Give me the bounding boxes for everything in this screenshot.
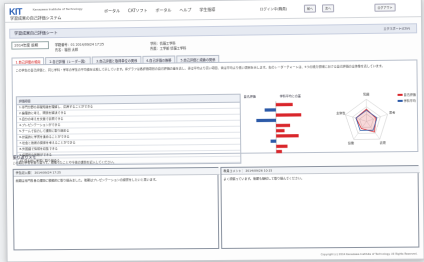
logo-subtitle: Kanazawa Institute of Technology	[33, 7, 83, 12]
deviation-bar	[265, 108, 276, 111]
export-button[interactable]: エクスポート(CSV)	[383, 26, 410, 30]
nav-item[interactable]: CATソフト	[128, 8, 148, 14]
next-button[interactable]: 次へ	[322, 4, 334, 12]
nav-item[interactable]: ポータル	[104, 8, 120, 14]
teacher-comment-header: 教員コメント： 2014/09/26 10:15	[221, 166, 419, 175]
header-item: 評価項目	[19, 99, 31, 103]
deviation-bar	[276, 124, 290, 127]
app-name: 学習成果の自己評価システム	[10, 15, 61, 22]
prev-button[interactable]: 前へ	[304, 5, 316, 13]
deviation-bar	[276, 150, 282, 153]
radar-axis-label: 思考	[389, 110, 395, 115]
radar-axis-label: 協働	[348, 140, 354, 145]
radar-axis-label: 表現	[380, 140, 386, 145]
screen: KIT Kanazawa Institute of Technology 学習成…	[4, 0, 424, 262]
teacher-comment-text: よく頑張っています。後期も継続して取り組んでください。	[223, 176, 304, 181]
deviation-bar	[276, 113, 301, 116]
radar-axis-label: 知識	[363, 91, 369, 96]
deviation-bar	[271, 140, 277, 143]
term-select[interactable]: 2014年度 前期	[11, 41, 49, 49]
deviation-bar	[276, 145, 287, 148]
nav-item[interactable]: ポータル	[155, 8, 171, 14]
deviation-bar	[276, 103, 293, 106]
role-label: ログイン中(職員)	[260, 7, 287, 12]
student-memo-header: 学生記入欄： 2014/09/24 17:25	[14, 168, 220, 177]
nav-item[interactable]: 学生指導	[199, 7, 215, 13]
student-memo-box[interactable]: 学生記入欄： 2014/09/24 17:25 前期は専門科目の課題に積極的に取…	[13, 167, 220, 250]
student-memo-text: 前期は専門科目の課題に積極的に取り組みました。後期はプレゼンテーションの練習をし…	[16, 178, 159, 183]
filter-row: 2014年度 前期 学籍番号：01 2014/09/24 17:25 氏名：福田…	[11, 35, 417, 52]
deviation-bar	[276, 129, 284, 132]
items-table: 1.専門分野の基礎知識を理解し、応用することができる 2.論理的に考え、問題を解…	[16, 102, 241, 166]
panel-description: この学生の自己評価と、同じ学科・学年の学生の平均値を比較して示しています。棒グラ…	[16, 64, 408, 73]
legend-swatch	[398, 100, 403, 102]
radar-axis-label: 主体性	[336, 110, 345, 115]
legend-label: 自己評価	[404, 93, 416, 97]
radar-series	[356, 109, 376, 132]
logout-button[interactable]: ログアウト	[374, 3, 395, 11]
top-nav: ポータル CATソフト ポータル ヘルプ 学生指導	[104, 7, 215, 15]
deviation-bar	[256, 119, 276, 122]
deviation-bar	[276, 134, 299, 137]
legend-label: 学科平均	[404, 99, 416, 103]
tab-panel: この学生の自己評価と、同じ学科・学年の学生の平均値を比較して示しています。棒グラ…	[12, 59, 419, 156]
sheet-title: 学習成果自己評価シート	[14, 30, 58, 37]
legend-item: 自己評価	[398, 93, 416, 97]
radar-legend: 自己評価 学科平均	[398, 93, 416, 105]
legend-swatch	[398, 94, 403, 96]
student-name-info: 氏名：福田 太郎	[55, 47, 78, 52]
nav-item[interactable]: ヘルプ	[179, 7, 191, 13]
top-bar: KIT Kanazawa Institute of Technology 学習成…	[5, 0, 421, 23]
footer-copyright: Copyright (c) 2014 Kanazawa Institute of…	[321, 253, 418, 257]
deviation-bar-chart	[237, 93, 316, 154]
teacher-comment-box[interactable]: 教員コメント： 2014/09/26 10:15 よく頑張っています。後期も継続…	[220, 165, 419, 249]
affiliation-info: 所属：工学部 情報工学科	[150, 45, 186, 50]
legend-item: 学科平均	[398, 99, 416, 103]
